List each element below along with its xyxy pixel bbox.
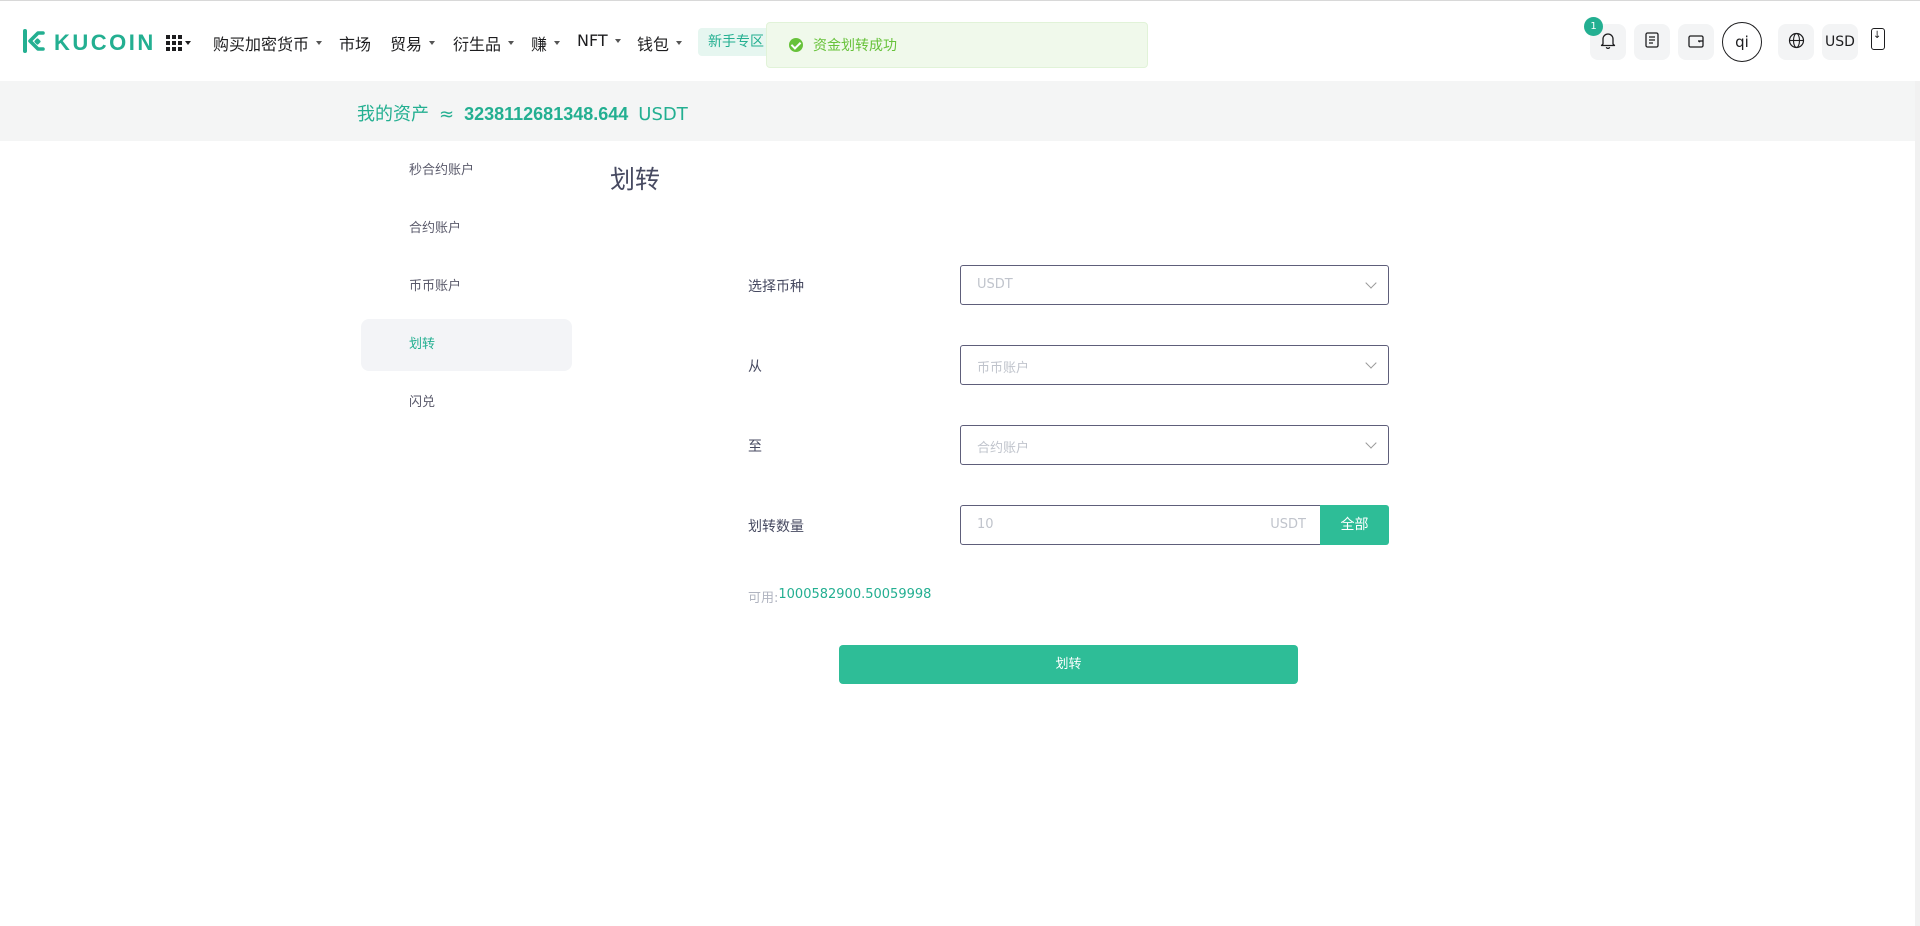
notification-badge: 1	[1584, 17, 1603, 36]
chevron-down-icon	[508, 41, 515, 45]
nav-market[interactable]: 市场	[339, 31, 371, 55]
from-select-value: 币币账户	[977, 361, 1030, 376]
available-balance: 可用: 1000582900.50059998	[748, 587, 931, 606]
download-app-icon[interactable]	[1871, 28, 1885, 50]
nav-label: NFT	[577, 31, 608, 50]
apps-grid-icon	[166, 35, 182, 51]
nav-wallet[interactable]: 钱包	[637, 31, 683, 55]
sidebar-item-label: 划转	[409, 337, 436, 352]
sidebar-item-label: 秒合约账户	[409, 163, 475, 178]
chevron-down-icon	[676, 41, 683, 45]
nav-label: 贸易	[390, 35, 423, 54]
chevron-down-icon	[185, 41, 191, 45]
sidebar-item-spot-account[interactable]: 币币账户	[361, 261, 572, 313]
to-select-value: 合约账户	[977, 441, 1030, 456]
chevron-down-icon	[1365, 437, 1377, 449]
header: KUCOIN 购买加密货币 市场 贸易 衍生品 赚 NFT 钱包 新手专区 资金…	[0, 1, 1920, 81]
assets-label: 我的资产	[357, 104, 429, 125]
nav-nft[interactable]: NFT	[577, 31, 621, 50]
amount-label: 划转数量	[748, 519, 804, 535]
sidebar-item-label: 闪兑	[409, 395, 436, 410]
coin-label: 选择币种	[748, 279, 804, 295]
document-icon	[1645, 32, 1659, 52]
page-title: 划转	[610, 165, 661, 194]
kucoin-logo-icon	[22, 28, 48, 58]
logo-text: KUCOIN	[54, 30, 156, 55]
logo[interactable]: KUCOIN	[22, 28, 156, 58]
chevron-down-icon	[316, 41, 323, 45]
scrollbar[interactable]	[1915, 81, 1920, 926]
nav-derivatives[interactable]: 衍生品	[453, 31, 515, 55]
nav-label: 赚	[531, 35, 548, 54]
assets-value: 3238112681348.644	[464, 104, 629, 124]
nav-trade[interactable]: 贸易	[390, 31, 436, 55]
promo-newbie-zone[interactable]: 新手专区	[698, 28, 774, 56]
language-button[interactable]	[1778, 24, 1814, 60]
sidebar-item-label: 合约账户	[409, 221, 462, 236]
transfer-submit-button[interactable]: 划转	[839, 645, 1298, 684]
apps-menu[interactable]	[166, 35, 191, 51]
wallet-icon	[1688, 33, 1704, 52]
sidebar-item-convert[interactable]: 闪兑	[361, 377, 572, 429]
assets-unit: USDT	[638, 104, 688, 125]
chevron-down-icon	[429, 41, 436, 45]
to-label: 至	[748, 439, 762, 455]
available-value: 1000582900.50059998	[778, 587, 932, 602]
globe-icon	[1788, 32, 1805, 53]
coin-select-value: USDT	[977, 277, 1013, 292]
amount-unit: USDT	[1270, 517, 1306, 532]
success-toast: 资金划转成功	[766, 22, 1148, 68]
orders-button[interactable]	[1634, 24, 1670, 60]
approx-sign: ≈	[439, 104, 455, 125]
sidebar-item-contract-account[interactable]: 合约账户	[361, 203, 572, 255]
nav-buy-crypto[interactable]: 购买加密货币	[213, 31, 323, 55]
coin-select[interactable]: USDT	[960, 265, 1389, 305]
nav-label: 市场	[339, 35, 372, 54]
wallet-button[interactable]	[1678, 24, 1714, 60]
nav-earn[interactable]: 赚	[531, 31, 561, 55]
success-check-icon	[789, 38, 803, 52]
from-label: 从	[748, 359, 762, 375]
nav-label: 购买加密货币	[213, 35, 310, 54]
bell-icon	[1600, 32, 1616, 53]
nav-label: 衍生品	[453, 35, 502, 54]
avatar[interactable]: qi	[1722, 22, 1762, 62]
to-account-select[interactable]: 合约账户	[960, 425, 1389, 465]
nav-label: 钱包	[637, 35, 670, 54]
sidebar-item-transfer[interactable]: 划转	[361, 319, 572, 371]
amount-placeholder: 10	[977, 517, 994, 532]
currency-selector[interactable]: USD	[1822, 24, 1858, 60]
all-amount-button[interactable]: 全部	[1320, 505, 1389, 545]
available-label: 可用:	[748, 591, 779, 606]
amount-input[interactable]: 10 USDT	[960, 505, 1321, 545]
total-assets: 我的资产 ≈ 3238112681348.644 USDT	[357, 100, 688, 126]
chevron-down-icon	[554, 41, 561, 45]
chevron-down-icon	[614, 38, 621, 43]
chevron-down-icon	[1365, 277, 1377, 289]
sidebar-item-second-contract[interactable]: 秒合约账户	[361, 145, 572, 197]
chevron-down-icon	[1365, 357, 1377, 369]
sidebar-item-label: 币币账户	[409, 279, 462, 294]
toast-message: 资金划转成功	[813, 38, 897, 54]
page: KUCOIN 购买加密货币 市场 贸易 衍生品 赚 NFT 钱包 新手专区 资金…	[0, 0, 1920, 926]
from-account-select[interactable]: 币币账户	[960, 345, 1389, 385]
assets-bar	[0, 81, 1915, 141]
